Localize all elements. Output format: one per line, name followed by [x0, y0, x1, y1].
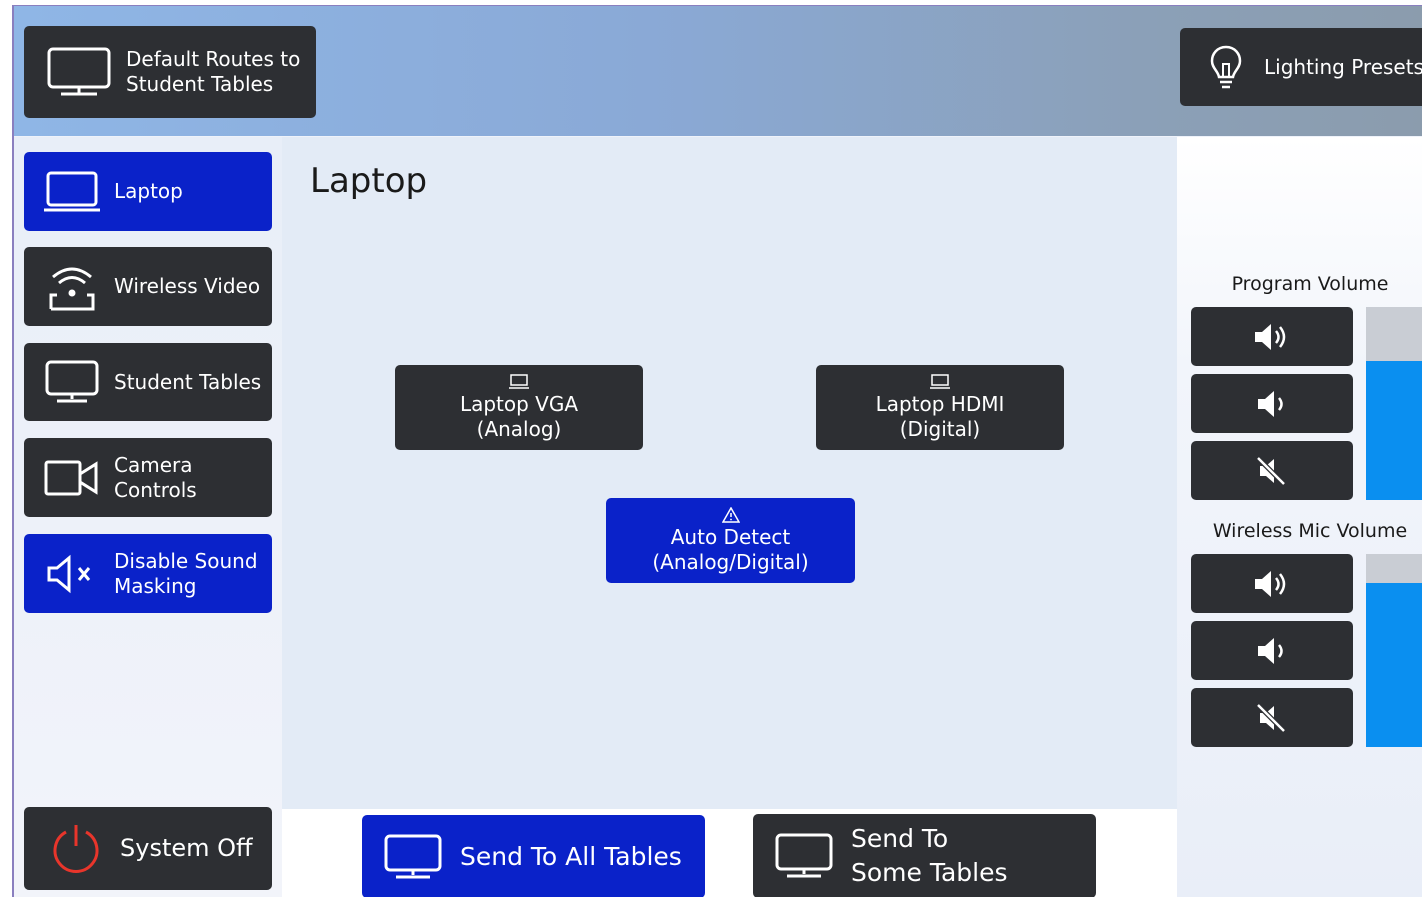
sidebar-item-label: Disable Sound Masking	[114, 548, 258, 598]
program-volume-mute-button[interactable]	[1191, 441, 1353, 500]
default-routes-label: Default Routes to Student Tables	[126, 47, 301, 96]
send-to-some-tables-button[interactable]: Send To Some Tables	[753, 814, 1096, 897]
source-label: Laptop HDMI (Digital)	[875, 391, 1005, 441]
mic-volume-up-button[interactable]	[1191, 554, 1353, 613]
send-to-all-tables-label: Send To All Tables	[460, 841, 682, 871]
volume-up-icon	[1252, 322, 1292, 352]
program-volume-level	[1366, 361, 1422, 500]
send-to-some-tables-label: Send To Some Tables	[851, 824, 1008, 887]
volume-down-icon	[1255, 389, 1289, 419]
auto-detect-button[interactable]: Auto Detect (Analog/Digital)	[606, 498, 855, 583]
laptop-icon	[44, 170, 100, 214]
speaker-mute-icon	[44, 554, 100, 594]
laptop-vga-button[interactable]: Laptop VGA (Analog)	[395, 365, 643, 450]
sidebar-item-label: Laptop	[114, 179, 183, 203]
source-label: Laptop VGA (Analog)	[459, 391, 579, 441]
sidebar-item-laptop[interactable]: Laptop	[24, 152, 272, 231]
system-off-label: System Off	[120, 834, 253, 862]
sidebar-item-label: Student Tables	[114, 369, 262, 394]
source-label: Auto Detect (Analog/Digital)	[652, 524, 809, 574]
main-panel	[282, 137, 1177, 809]
volume-down-icon	[1255, 636, 1289, 666]
volume-mute-icon	[1255, 455, 1289, 486]
warning-icon	[721, 506, 740, 523]
sidebar-item-disable-sound-masking[interactable]: Disable Sound Masking	[24, 534, 272, 613]
wireless-mic-volume-title: Wireless Mic Volume	[1212, 520, 1408, 542]
touch-panel: Default Routes to Student Tables Lightin…	[12, 5, 1422, 897]
laptop-icon	[509, 373, 529, 390]
monitor-icon	[46, 45, 112, 99]
mic-volume-meter[interactable]	[1366, 554, 1422, 747]
program-volume-meter[interactable]	[1366, 307, 1422, 500]
volume-up-icon	[1252, 569, 1292, 599]
power-icon	[48, 822, 104, 876]
monitor-icon	[384, 833, 442, 881]
mic-volume-mute-button[interactable]	[1191, 688, 1353, 747]
monitor-icon	[44, 359, 100, 405]
sidebar-item-student-tables[interactable]: Student Tables	[24, 343, 272, 421]
wireless-video-icon	[44, 263, 100, 311]
sidebar-item-camera-controls[interactable]: Camera Controls	[24, 438, 272, 517]
volume-panel	[1177, 137, 1422, 897]
lightbulb-icon	[1206, 44, 1246, 90]
sidebar-item-label: Camera Controls	[114, 452, 197, 502]
lighting-presets-button[interactable]: Lighting Presets	[1180, 28, 1422, 106]
send-to-all-tables-button[interactable]: Send To All Tables	[362, 815, 705, 897]
default-routes-button[interactable]: Default Routes to Student Tables	[24, 26, 316, 118]
sidebar-item-wireless-video[interactable]: Wireless Video	[24, 247, 272, 326]
laptop-icon	[930, 373, 950, 390]
page-title: Laptop	[310, 161, 428, 201]
system-off-button[interactable]: System Off	[24, 807, 272, 890]
sidebar-item-label: Wireless Video	[114, 274, 261, 298]
monitor-icon	[775, 832, 833, 880]
lighting-presets-label: Lighting Presets	[1264, 54, 1422, 79]
program-volume-down-button[interactable]	[1191, 374, 1353, 433]
program-volume-up-button[interactable]	[1191, 307, 1353, 366]
mic-volume-down-button[interactable]	[1191, 621, 1353, 680]
camera-icon	[44, 458, 100, 498]
laptop-hdmi-button[interactable]: Laptop HDMI (Digital)	[816, 365, 1064, 450]
volume-mute-icon	[1255, 702, 1289, 733]
mic-volume-level	[1366, 582, 1422, 747]
program-volume-title: Program Volume	[1231, 273, 1389, 295]
